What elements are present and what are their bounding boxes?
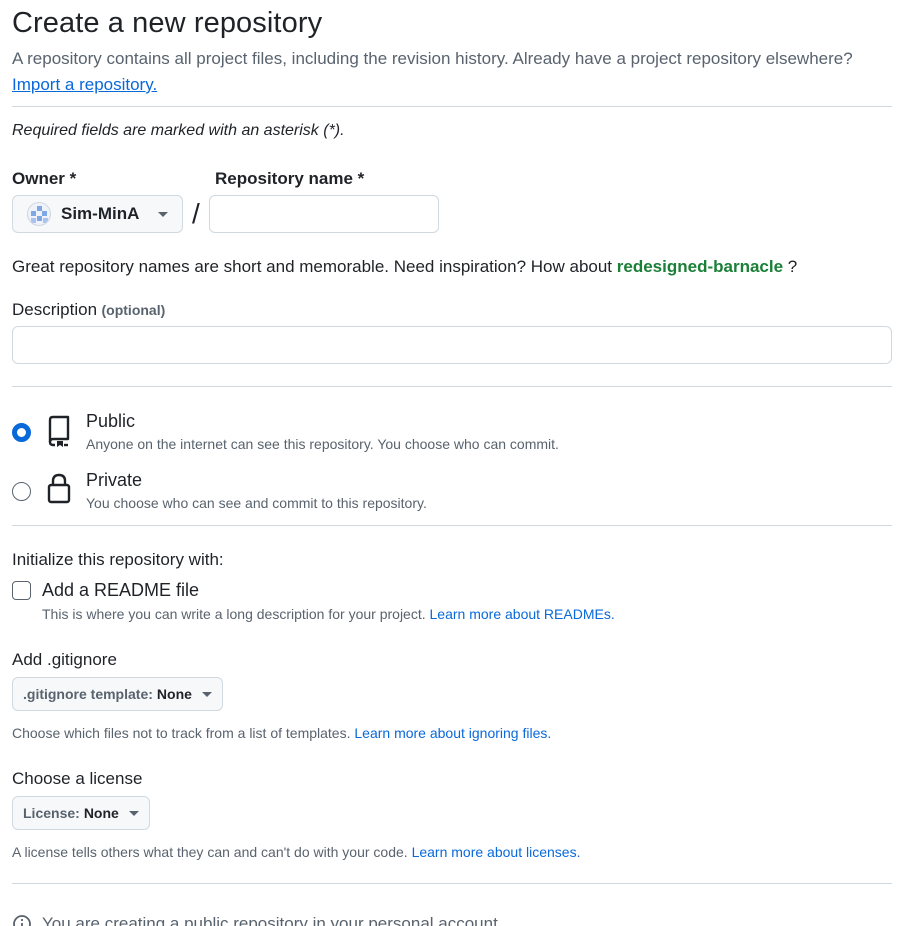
lock-icon <box>47 473 71 504</box>
gitignore-description: Choose which files not to track from a l… <box>12 725 351 741</box>
description-input[interactable] <box>12 326 892 364</box>
gitignore-template-select[interactable]: .gitignore template: None <box>12 677 223 711</box>
chevron-down-icon <box>158 211 168 217</box>
create-repository-page: Create a new repository A repository con… <box>12 0 892 926</box>
readme-label: Add a README file <box>42 580 200 600</box>
repo-icon <box>48 415 70 447</box>
learn-more-readmes-link[interactable]: Learn more about READMEs. <box>430 606 615 622</box>
private-radio[interactable] <box>12 482 31 501</box>
license-heading: Choose a license <box>12 769 143 788</box>
description-label-row: Description (optional) <box>12 300 165 320</box>
license-select-value: None <box>83 805 119 821</box>
intro-text: A repository contains all project files,… <box>12 49 853 68</box>
owner-select-button[interactable]: Sim-MinA <box>12 195 183 233</box>
suggested-name-link[interactable]: redesigned-barnacle <box>617 257 783 276</box>
name-suggestion: Great repository names are short and mem… <box>12 257 797 277</box>
license-select-prefix: License: <box>23 805 80 821</box>
license-description-row: A license tells others what they can and… <box>12 844 580 860</box>
gitignore-select-prefix: .gitignore template: <box>23 686 153 702</box>
readme-checkbox[interactable] <box>12 581 31 600</box>
chevron-down-icon <box>128 810 139 816</box>
initialize-heading: Initialize this repository with: <box>12 550 224 569</box>
owner-repo-row: Sim-MinA / <box>12 195 439 233</box>
repository-name-input[interactable] <box>208 195 439 233</box>
divider <box>12 883 892 884</box>
optional-hint: (optional) <box>101 302 166 318</box>
owner-label: Owner * <box>12 169 77 188</box>
private-title: Private <box>86 470 143 490</box>
divider <box>12 386 892 387</box>
notice-text: You are creating a public repository in … <box>42 914 503 926</box>
learn-more-licenses-link[interactable]: Learn more about licenses. <box>412 844 581 860</box>
gitignore-select-value: None <box>156 686 192 702</box>
divider <box>12 525 892 526</box>
license-select[interactable]: License: None <box>12 796 150 830</box>
public-title: Public <box>86 411 136 431</box>
learn-more-ignoring-files-link[interactable]: Learn more about ignoring files. <box>354 725 551 741</box>
public-description: Anyone on the internet can see this repo… <box>86 436 559 452</box>
page-title: Create a new repository <box>12 7 323 39</box>
import-repository-link[interactable]: Import a repository. <box>12 75 157 94</box>
visibility-option-private[interactable]: Private You choose who can see and commi… <box>12 470 427 511</box>
gitignore-heading: Add .gitignore <box>12 650 117 669</box>
visibility-option-public[interactable]: Public Anyone on the internet can see th… <box>12 411 559 452</box>
readme-description-row: This is where you can write a long descr… <box>42 606 615 622</box>
info-icon <box>13 915 31 926</box>
public-repository-notice: You are creating a public repository in … <box>12 914 503 926</box>
slash-separator: / <box>192 198 200 229</box>
avatar <box>27 202 51 226</box>
description-label: Description <box>12 300 98 319</box>
license-description: A license tells others what they can and… <box>12 844 408 860</box>
page-intro: A repository contains all project files,… <box>12 46 892 98</box>
readme-option[interactable]: Add a README file <box>12 580 199 601</box>
owner-name: Sim-MinA <box>61 204 140 223</box>
suggestion-text: Great repository names are short and mem… <box>12 257 613 276</box>
private-description: You choose who can see and commit to thi… <box>86 495 427 511</box>
readme-description: This is where you can write a long descr… <box>42 606 426 622</box>
suggestion-suffix: ? <box>787 257 798 276</box>
chevron-down-icon <box>201 691 212 697</box>
repository-name-label: Repository name * <box>215 169 365 188</box>
public-radio[interactable] <box>12 423 31 442</box>
gitignore-description-row: Choose which files not to track from a l… <box>12 725 551 741</box>
divider <box>12 106 892 107</box>
required-fields-note: Required fields are marked with an aster… <box>12 122 345 139</box>
